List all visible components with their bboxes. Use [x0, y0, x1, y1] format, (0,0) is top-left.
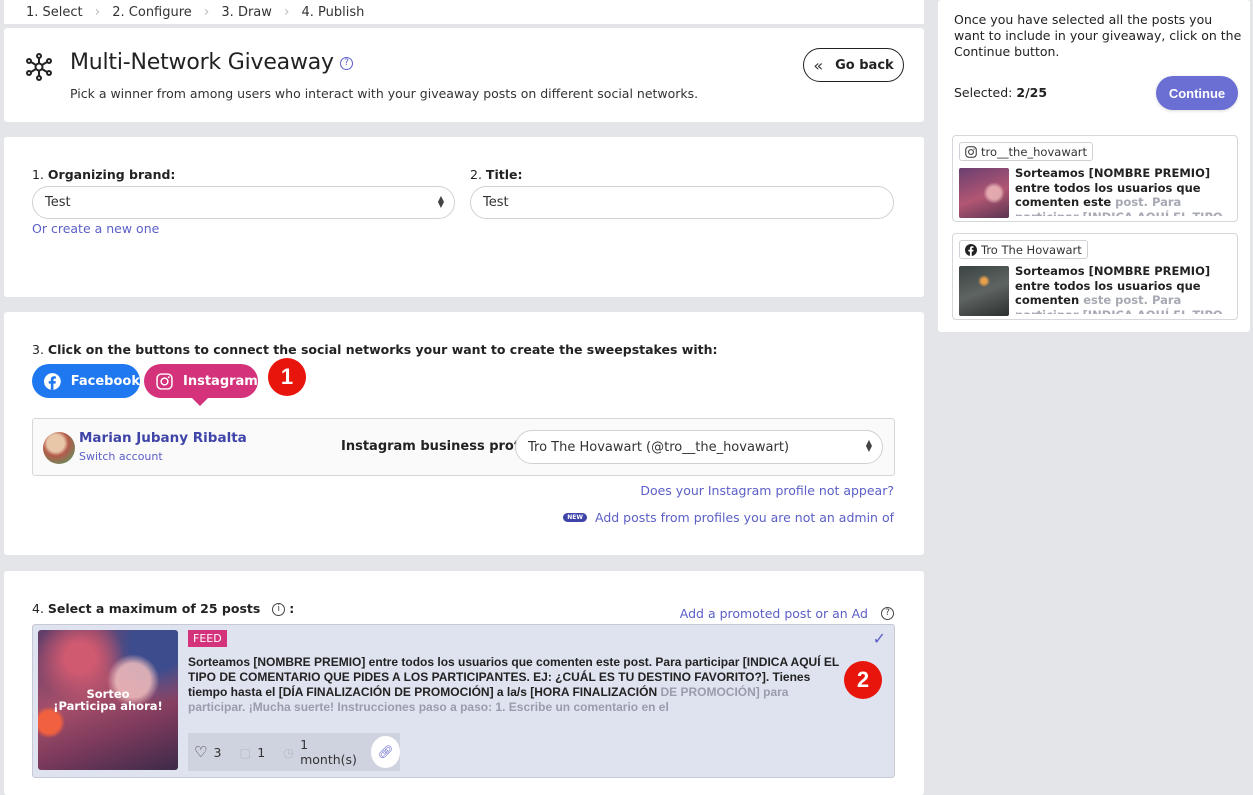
info-icon[interactable]: i: [272, 603, 286, 616]
selected-post-card[interactable]: Tro The Hovawart Sorteamos [NOMBRE PREMI…: [952, 233, 1238, 320]
select-arrows-icon: ▲ ▼: [865, 438, 872, 453]
account-name: Marian Jubany Ribalta: [79, 430, 247, 446]
title-input[interactable]: Test: [470, 186, 894, 219]
post-text: Sorteamos [NOMBRE PREMIO] entre todos lo…: [1015, 166, 1223, 216]
post-thumbnail: [959, 266, 1009, 316]
page-subtitle: Pick a winner from among users who inter…: [70, 86, 699, 101]
sidebar-info: Once you have selected all the posts you…: [954, 12, 1242, 59]
networks-instruction: 3. Click on the buttons to connect the s…: [32, 342, 718, 357]
network-logo-icon: [26, 53, 52, 81]
go-back-button[interactable]: « Go back: [803, 48, 904, 82]
link-button[interactable]: 🔗︎: [371, 736, 400, 768]
question-circle-icon[interactable]: ?: [881, 607, 894, 620]
heart-icon: ♡: [194, 743, 208, 761]
main-column: 1. Select › 2. Configure › 3. Draw › 4. …: [4, 0, 924, 795]
instagram-button[interactable]: Instagram: [144, 364, 258, 406]
promoted-post-link[interactable]: Add a promoted post or an Ad: [680, 606, 868, 621]
step-publish[interactable]: 4. Publish: [302, 5, 365, 20]
step-select[interactable]: 1. Select: [26, 5, 83, 20]
selected-post-card[interactable]: tro__the_hovawart Sorteamos [NOMBRE PREM…: [952, 135, 1238, 222]
facebook-button[interactable]: Facebook: [32, 364, 140, 398]
business-profile-select[interactable]: Tro The Hovawart (@tro__the_hovawart) ▲ ▼: [515, 430, 883, 464]
post-text: Sorteamos [NOMBRE PREMIO] entre todos lo…: [188, 655, 840, 714]
post-card[interactable]: Sorteo ¡Participa ahora! FEED ✓ Sorteamo…: [32, 624, 895, 778]
config-card: 1. Organizing brand: Test ▲ ▼ Or create a…: [4, 137, 924, 297]
selection-sidebar: Once you have selected all the posts you…: [938, 0, 1250, 332]
avatar: [43, 432, 75, 464]
step-marker-1: 1: [268, 358, 306, 396]
create-brand-link[interactable]: Or create a new one: [32, 221, 159, 236]
brand-select[interactable]: Test ▲ ▼: [32, 186, 455, 219]
title-label: 2. Title:: [470, 167, 523, 182]
select-arrows-icon: ▲ ▼: [437, 194, 444, 209]
chevron-right-icon: ›: [94, 4, 101, 20]
posts-heading: 4. Select a maximum of 25 posts i :: [32, 601, 295, 616]
add-posts-link[interactable]: Add posts from profiles you are not an a…: [595, 510, 894, 525]
posts-card: 4. Select a maximum of 25 posts i : Add …: [4, 571, 924, 795]
instagram-icon: [965, 145, 977, 158]
facebook-icon: [965, 243, 977, 256]
step-marker-2: 2: [844, 661, 882, 699]
likes-count: 3: [213, 744, 222, 760]
selected-count: Selected: 2/25: [954, 85, 1048, 100]
networks-card: 3. Click on the buttons to connect the s…: [4, 312, 924, 555]
link-icon: 🔗︎: [377, 744, 394, 759]
steps-breadcrumb: 1. Select › 2. Configure › 3. Draw › 4. …: [4, 0, 924, 24]
post-stats: ♡ 3 ▢ 1 ◷ 1 month(s) 🔗︎: [188, 733, 400, 771]
chevron-right-icon: ›: [283, 4, 290, 20]
check-icon[interactable]: ✓: [873, 629, 886, 648]
profile-missing-link[interactable]: Does your Instagram profile not appear?: [640, 483, 894, 498]
clock-icon: ◷: [283, 744, 295, 760]
chevron-right-icon: ›: [203, 4, 210, 20]
promoted-row: Add a promoted post or an Ad ?: [680, 603, 894, 622]
comment-icon: ▢: [239, 744, 252, 760]
business-profile-label: Instagram business profile:: [341, 439, 542, 454]
add-posts-row: NEW Add posts from profiles you are not a…: [563, 507, 894, 526]
header-card: Multi-Network Giveaway? Pick a winner fr…: [4, 28, 924, 122]
post-thumbnail: Sorteo ¡Participa ahora!: [38, 630, 178, 770]
question-circle-icon[interactable]: ?: [339, 56, 353, 70]
step-draw[interactable]: 3. Draw: [221, 5, 272, 20]
instagram-icon: [156, 372, 173, 390]
comments-count: 1: [257, 744, 266, 760]
post-age: 1 month(s): [300, 737, 357, 767]
double-chevron-left-icon: «: [813, 55, 824, 75]
step-configure[interactable]: 2. Configure: [112, 5, 192, 20]
post-type-badge: FEED: [188, 630, 227, 647]
brand-label: 1. Organizing brand:: [32, 167, 176, 182]
switch-account-link[interactable]: Switch account: [79, 450, 163, 463]
facebook-icon: [44, 372, 61, 390]
new-badge: NEW: [563, 513, 587, 522]
account-tag: tro__the_hovawart: [959, 142, 1094, 161]
continue-button[interactable]: Continue: [1156, 76, 1238, 110]
post-thumbnail: [959, 168, 1009, 218]
account-row: Marian Jubany Ribalta Switch account Ins…: [32, 418, 895, 476]
post-text: Sorteamos [NOMBRE PREMIO] entre todos lo…: [1015, 264, 1223, 314]
page-title: Multi-Network Giveaway?: [70, 50, 353, 75]
account-tag: Tro The Hovawart: [959, 240, 1088, 259]
